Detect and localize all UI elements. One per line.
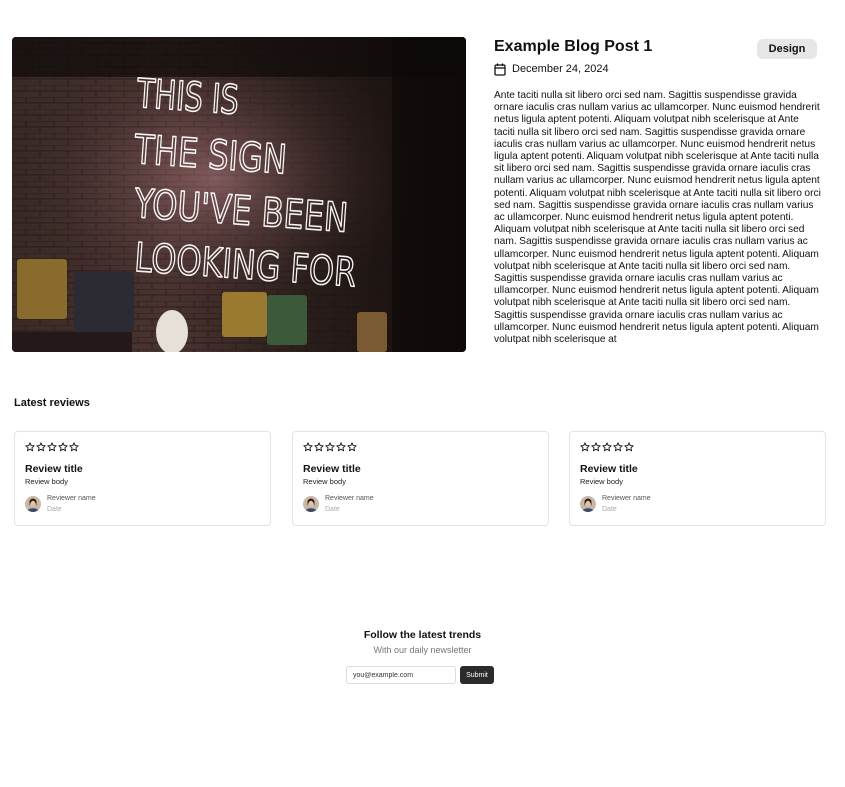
avatar xyxy=(25,496,41,512)
star-outline-icon xyxy=(580,442,590,452)
review-body: Review body xyxy=(303,477,346,486)
star-outline-icon xyxy=(58,442,68,452)
review-body: Review body xyxy=(25,477,68,486)
review-date: Date xyxy=(325,506,340,513)
star-rating xyxy=(303,442,538,452)
star-outline-icon xyxy=(69,442,79,452)
calendar-icon xyxy=(494,63,506,76)
review-card: Review title Review body Reviewer name D… xyxy=(292,431,549,526)
reviewer-name: Reviewer name xyxy=(325,495,374,502)
newsletter-section: Follow the latest trends With our daily … xyxy=(0,629,845,684)
avatar xyxy=(580,496,596,512)
review-date: Date xyxy=(47,506,62,513)
neon-sign-photo: THIS IS THE SIGN YOU'VE BEEN LOOKING FOR xyxy=(12,37,466,352)
post-body: Ante taciti nulla sit libero orci sed na… xyxy=(494,90,821,346)
post-date-row: December 24, 2024 xyxy=(494,61,824,77)
review-date: Date xyxy=(602,506,617,513)
review-card: Review title Review body Reviewer name D… xyxy=(569,431,826,526)
review-card: Review title Review body Reviewer name D… xyxy=(14,431,271,526)
post-date: December 24, 2024 xyxy=(512,63,609,75)
reviewer-name: Reviewer name xyxy=(602,495,651,502)
star-outline-icon xyxy=(325,442,335,452)
reviewer-info: Reviewer name Date xyxy=(25,494,260,514)
email-input[interactable] xyxy=(346,666,456,684)
category-tag[interactable]: Design xyxy=(757,39,817,59)
review-title: Review title xyxy=(580,463,638,475)
review-title: Review title xyxy=(303,463,361,475)
newsletter-subtitle: With our daily newsletter xyxy=(373,645,472,655)
reviewer-info: Reviewer name Date xyxy=(303,494,538,514)
avatar xyxy=(303,496,319,512)
star-outline-icon xyxy=(25,442,35,452)
reviews-heading: Latest reviews xyxy=(14,397,90,409)
reviewer-info: Reviewer name Date xyxy=(580,494,815,514)
reviewer-name: Reviewer name xyxy=(47,495,96,502)
star-outline-icon xyxy=(591,442,601,452)
hero-image: THIS IS THE SIGN YOU'VE BEEN LOOKING FOR xyxy=(12,37,466,352)
svg-text:THIS IS: THIS IS xyxy=(135,69,241,124)
star-outline-icon xyxy=(314,442,324,452)
star-outline-icon xyxy=(303,442,313,452)
newsletter-title: Follow the latest trends xyxy=(363,629,482,641)
star-outline-icon xyxy=(347,442,357,452)
post-details: Example Blog Post 1 Design December 24, … xyxy=(494,37,824,346)
star-outline-icon xyxy=(336,442,346,452)
star-outline-icon xyxy=(602,442,612,452)
submit-button[interactable]: Submit xyxy=(460,666,494,684)
star-rating xyxy=(25,442,260,452)
review-title: Review title xyxy=(25,463,83,475)
star-outline-icon xyxy=(47,442,57,452)
star-outline-icon xyxy=(624,442,634,452)
star-outline-icon xyxy=(613,442,623,452)
review-body: Review body xyxy=(580,477,623,486)
newsletter-form: Submit xyxy=(346,666,494,684)
star-outline-icon xyxy=(36,442,46,452)
star-rating xyxy=(580,442,815,452)
